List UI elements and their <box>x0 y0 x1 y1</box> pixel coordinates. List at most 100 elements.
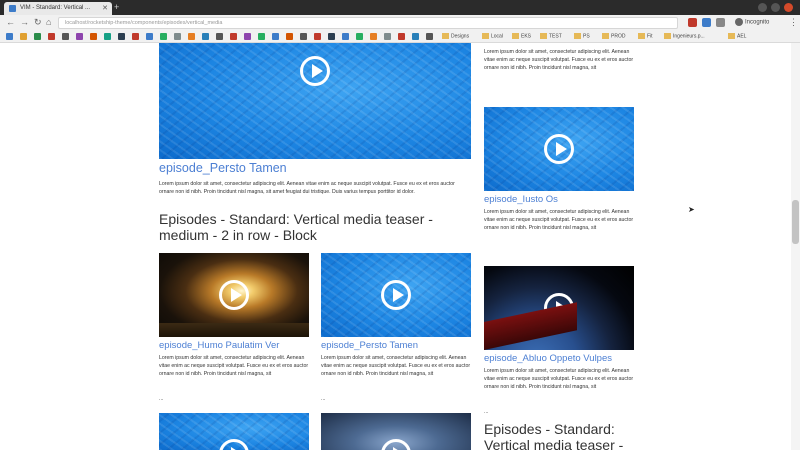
bookmark-label: PS <box>583 33 590 40</box>
bookmark-icon[interactable] <box>146 33 153 40</box>
bookmark-label: Designs <box>451 33 470 40</box>
episode-thumbnail[interactable] <box>321 253 471 337</box>
bookmark-icon[interactable] <box>174 33 181 40</box>
bookmark-icon[interactable] <box>202 33 209 40</box>
bookmark-icon[interactable] <box>286 33 293 40</box>
episode-description: Lorem ipsum dolor sit amet, consectetur … <box>159 181 455 195</box>
bookmark-icon[interactable] <box>356 33 363 40</box>
close-window-icon[interactable] <box>784 3 793 12</box>
play-icon[interactable] <box>219 439 249 450</box>
account-label: Incognito <box>745 19 770 26</box>
bookmark-icon[interactable] <box>132 33 139 40</box>
folder-icon <box>512 33 519 39</box>
account-indicator[interactable]: Incognito <box>735 18 769 26</box>
bookmark-folder[interactable]: PROD <box>602 33 625 39</box>
bookmark-icon[interactable] <box>118 33 125 40</box>
episode-thumbnail[interactable] <box>159 413 309 450</box>
play-icon[interactable] <box>219 280 249 310</box>
tab-favicon-icon <box>9 5 16 12</box>
bookmark-icon[interactable] <box>76 33 83 40</box>
folder-icon <box>602 33 609 39</box>
address-bar: ← → ↻ ⌂ localhost/rocketship-theme/compo… <box>0 15 800 31</box>
bookmark-folder[interactable]: Designs <box>442 33 469 39</box>
bookmark-icon[interactable] <box>384 33 391 40</box>
incognito-icon <box>735 18 743 26</box>
play-icon[interactable] <box>381 439 411 450</box>
back-icon[interactable]: ← <box>6 17 15 27</box>
play-icon[interactable] <box>544 293 574 323</box>
episode-title-link[interactable]: episode_Abluo Oppeto Vulpes <box>484 353 612 364</box>
forward-icon[interactable]: → <box>20 17 29 27</box>
bookmark-label: Fit <box>647 33 653 40</box>
maximize-icon[interactable] <box>771 3 780 12</box>
bookmark-icon[interactable] <box>398 33 405 40</box>
folder-icon <box>574 33 581 39</box>
bookmark-label: EKS <box>521 33 532 40</box>
play-icon[interactable] <box>300 56 330 86</box>
episode-thumbnail[interactable] <box>484 107 634 191</box>
menu-icon[interactable]: ⋮ <box>789 17 798 28</box>
bookmarks-bar: Designs Local EKS TEST PS PROD Fit Ingen… <box>0 31 800 43</box>
bookmark-folder[interactable]: AEL <box>728 33 746 39</box>
bookmark-icon[interactable] <box>216 33 223 40</box>
play-icon[interactable] <box>544 134 574 164</box>
bookmark-icon[interactable] <box>328 33 335 40</box>
folder-icon <box>638 33 645 39</box>
folder-icon <box>482 33 489 39</box>
url-input[interactable]: localhost/rocketship-theme/components/ep… <box>58 17 678 29</box>
episode-thumbnail[interactable] <box>159 253 309 337</box>
episode-title-link[interactable]: episode_Iusto Os <box>484 194 558 205</box>
bookmark-icon[interactable] <box>300 33 307 40</box>
bookmark-folder[interactable]: EKS <box>512 33 531 39</box>
extension-icon[interactable] <box>688 18 697 27</box>
new-tab-icon[interactable]: + <box>114 2 119 12</box>
bookmark-icon[interactable] <box>62 33 69 40</box>
bookmark-icon[interactable] <box>272 33 279 40</box>
folder-icon <box>728 33 735 39</box>
bookmark-icon[interactable] <box>230 33 237 40</box>
bookmark-folder[interactable]: Fit <box>638 33 653 39</box>
bookmark-icon[interactable] <box>244 33 251 40</box>
episode-thumbnail[interactable] <box>321 413 471 450</box>
bookmark-folder[interactable]: TEST <box>540 33 562 39</box>
bookmark-label: PROD <box>611 33 626 40</box>
bookmark-icon[interactable] <box>370 33 377 40</box>
bookmark-label: TEST <box>549 33 562 40</box>
episode-title-link[interactable]: episode_Persto Tamen <box>159 161 287 175</box>
episode-title-link[interactable]: episode_Persto Tamen <box>321 340 418 351</box>
scrollbar-thumb[interactable] <box>792 200 799 244</box>
bookmark-icon[interactable] <box>160 33 167 40</box>
bookmark-icon[interactable] <box>20 33 27 40</box>
bookmark-icon[interactable] <box>104 33 111 40</box>
minimize-icon[interactable] <box>758 3 767 12</box>
bookmark-icon[interactable] <box>412 33 419 40</box>
bookmark-icon[interactable] <box>426 33 433 40</box>
tab-close-icon[interactable]: ✕ <box>102 4 108 12</box>
bookmark-icon[interactable] <box>342 33 349 40</box>
bookmark-icon[interactable] <box>34 33 41 40</box>
scrollbar[interactable] <box>791 43 800 450</box>
play-icon[interactable] <box>381 280 411 310</box>
bookmark-icon[interactable] <box>6 33 13 40</box>
episode-title-link[interactable]: episode_Humo Paulatim Ver <box>159 340 279 351</box>
episode-thumbnail[interactable] <box>484 266 634 350</box>
extension-icon[interactable] <box>716 18 725 27</box>
home-icon[interactable]: ⌂ <box>46 17 51 27</box>
bookmark-icon[interactable] <box>258 33 265 40</box>
extension-icon[interactable] <box>702 18 711 27</box>
bookmark-icon[interactable] <box>48 33 55 40</box>
bookmark-folder[interactable]: Ingenieurs.p... <box>664 33 705 39</box>
bookmark-icon[interactable] <box>188 33 195 40</box>
ellipsis: ... <box>484 409 489 415</box>
reload-icon[interactable]: ↻ <box>34 17 42 28</box>
episode-thumbnail[interactable] <box>159 43 471 159</box>
section-heading: Episodes - Standard: Vertical media teas… <box>484 421 624 450</box>
bookmark-icon[interactable] <box>90 33 97 40</box>
bookmark-folder[interactable]: Local <box>482 33 503 39</box>
folder-icon <box>664 33 671 39</box>
bookmark-icon[interactable] <box>314 33 321 40</box>
tab-bar: VIM - Standard: Vertical ... ✕ + <box>0 0 800 15</box>
bookmark-folder[interactable]: PS <box>574 33 590 39</box>
ellipsis: ... <box>321 396 326 402</box>
browser-tab[interactable]: VIM - Standard: Vertical ... ✕ <box>4 2 112 15</box>
